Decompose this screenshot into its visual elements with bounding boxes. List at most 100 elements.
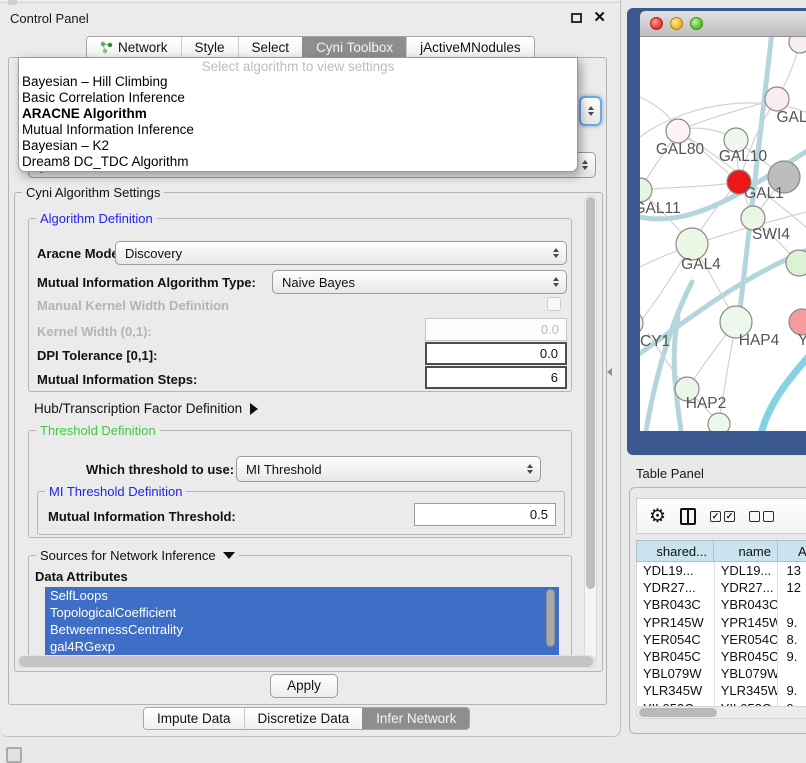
apply-button[interactable]: Apply	[270, 674, 338, 698]
network-canvas[interactable]: GALGAL80GAL10GAL1GAL11SWI4GAL4GCY1HAP4YH…	[640, 37, 806, 431]
aracne-mode-combo[interactable]: Discovery	[115, 241, 567, 265]
node-label-gcy1: GCY1	[640, 333, 670, 350]
network-window-titlebar[interactable]	[640, 11, 806, 37]
spinner-down-icon	[588, 112, 594, 116]
algorithm-select-prompt: Select algorithm to view settings	[19, 59, 577, 74]
tab-style[interactable]: Style	[181, 37, 238, 58]
tab-impute-data[interactable]: Impute Data	[144, 708, 244, 729]
table-row[interactable]: YDR27...YDR27...12	[637, 579, 806, 596]
attribute-item-gal4rgexp[interactable]: gal4RGexp	[45, 638, 559, 655]
network-node-gal80[interactable]	[666, 119, 690, 143]
table-cell: YPR145W	[715, 614, 779, 631]
select-all-checkboxes-icon[interactable]: ✓✓	[710, 511, 735, 522]
table-cell: YBR043C	[637, 596, 715, 613]
mi-threshold-field[interactable]: 0.5	[414, 503, 556, 526]
network-node-gal11[interactable]	[640, 178, 652, 202]
column-header-a[interactable]: A	[778, 540, 806, 562]
network-node[interactable]	[789, 37, 806, 53]
window-minimize-icon[interactable]	[670, 17, 683, 30]
attribute-item-topologicalcoefficient[interactable]: TopologicalCoefficient	[45, 604, 559, 621]
table-row[interactable]: YPR145WYPR145W9.	[637, 614, 806, 631]
splitter-collapse-icon[interactable]	[607, 368, 612, 376]
table-hscrollbar[interactable]	[636, 706, 806, 719]
table-cell: YBL079W	[637, 665, 715, 682]
network-node-gcy1[interactable]	[640, 311, 643, 335]
data-attributes-list[interactable]: SelfLoopsTopologicalCoefficientBetweenne…	[45, 587, 559, 657]
close-icon[interactable]: ✕	[593, 8, 606, 26]
node-label-gal: GAL	[776, 109, 806, 126]
tab-infer-network[interactable]: Infer Network	[362, 708, 469, 729]
algorithm-item-dream8-dc-tdc-algorithm[interactable]: Dream8 DC_TDC Algorithm	[19, 154, 577, 170]
deselect-all-checkboxes-icon[interactable]	[749, 511, 774, 522]
node-label-y: Y	[798, 332, 806, 349]
manual-kernel-width-label: Manual Kernel Width Definition	[37, 298, 229, 313]
window-zoom-icon[interactable]	[690, 17, 703, 30]
data-attributes-label: Data Attributes	[35, 569, 128, 584]
algorithm-item-basic-correlation-inference[interactable]: Basic Correlation Inference	[19, 90, 577, 106]
attributes-list-scrollbar[interactable]	[546, 589, 555, 647]
table-row[interactable]: YDL19...YDL19...13	[637, 562, 806, 579]
table-cell: 9.	[778, 614, 806, 631]
tab-select[interactable]: Select	[238, 37, 303, 58]
algorithm-definition-group: Algorithm Definition Aracne Mode: Discov…	[28, 218, 572, 392]
tab-cyni-toolbox[interactable]: Cyni Toolbox	[302, 37, 406, 58]
kernel-width-field[interactable]: 0.0	[425, 318, 567, 341]
table-cell	[778, 665, 806, 682]
mi-algorithm-type-combo[interactable]: Naive Bayes	[272, 270, 567, 294]
attribute-item-selfloops[interactable]: SelfLoops	[45, 587, 559, 604]
node-label-gal10: GAL10	[719, 148, 768, 165]
network-node[interactable]	[786, 250, 806, 276]
table-row[interactable]: YER054CYER054C8.	[637, 631, 806, 648]
gear-icon[interactable]: ⚙	[649, 507, 666, 526]
float-panel-icon[interactable]	[571, 13, 582, 23]
combo-spinner-icon	[548, 277, 563, 287]
table-cell: 9.	[778, 648, 806, 665]
column-header-name[interactable]: name	[714, 540, 778, 562]
columns-icon[interactable]	[680, 508, 696, 525]
expanded-arrow-icon[interactable]	[223, 552, 235, 559]
algorithm-item-bayesian-hill-climbing[interactable]: Bayesian – Hill Climbing	[19, 74, 577, 90]
settings-hscrollbar[interactable]	[17, 655, 597, 668]
aracne-mode-value: Discovery	[116, 246, 548, 261]
settings-scrollbar-thumb[interactable]	[586, 197, 595, 589]
algorithm-item-mutual-information-inference[interactable]: Mutual Information Inference	[19, 122, 577, 138]
mi-steps-field[interactable]: 6	[425, 366, 567, 389]
manual-kernel-width-checkbox[interactable]	[547, 297, 561, 311]
algorithm-item-aracne-algorithm[interactable]: ARACNE Algorithm	[19, 106, 577, 122]
settings-scrollbar[interactable]	[584, 195, 597, 666]
attribute-item-betweennesscentrality[interactable]: BetweennessCentrality	[45, 621, 559, 638]
window-close-icon[interactable]	[650, 17, 663, 30]
tab-network[interactable]: Network	[87, 37, 181, 58]
tab-discretize-data[interactable]: Discretize Data	[244, 708, 363, 729]
table-cell: YPR145W	[637, 614, 715, 631]
tab-jactivemnodules[interactable]: jActiveMNodules	[406, 37, 534, 58]
table-hscrollbar-thumb[interactable]	[639, 708, 717, 717]
settings-hscrollbar-thumb[interactable]	[19, 656, 593, 667]
table-row[interactable]: YLR345WYLR345W9.	[637, 682, 806, 699]
table-cell: YBR043C	[715, 596, 779, 613]
node-label-hap4: HAP4	[739, 332, 780, 349]
table-header-row: shared...nameA	[636, 540, 806, 562]
bottom-corner-icon[interactable]	[6, 747, 22, 763]
table-row[interactable]: YBL079WYBL079W	[637, 665, 806, 682]
hub-definition-toggle[interactable]: Hub/Transcription Factor Definition	[34, 401, 258, 416]
network-node-gal[interactable]	[765, 87, 789, 111]
algorithm-combo-focus-fragment[interactable]	[579, 96, 602, 126]
control-panel-titlebar: Control Panel ✕	[0, 4, 620, 32]
table-row[interactable]: YBR045CYBR045C9.	[637, 648, 806, 665]
network-icon	[100, 41, 113, 54]
column-header-shared[interactable]: shared...	[636, 540, 714, 562]
network-window[interactable]: GALGAL80GAL10GAL1GAL11SWI4GAL4GCY1HAP4YH…	[627, 8, 806, 455]
collapsed-arrow-icon[interactable]	[250, 403, 258, 415]
combo-spinner-icon	[577, 160, 592, 170]
table-cell: 12	[778, 579, 806, 596]
network-node[interactable]	[708, 413, 730, 431]
algorithm-item-bayesian-k2[interactable]: Bayesian – K2	[19, 138, 577, 154]
top-tabs: NetworkStyleSelectCyni ToolboxjActiveMNo…	[86, 36, 535, 59]
which-threshold-combo[interactable]: MI Threshold	[236, 456, 541, 482]
dpi-tolerance-field[interactable]: 0.0	[425, 342, 567, 365]
table-row[interactable]: YBR043CYBR043C	[637, 596, 806, 613]
table-panel: ⚙ ✓✓ shared...nameA YDL19...YDL19...13YD…	[629, 487, 806, 734]
bottom-tabs: Impute DataDiscretize DataInfer Network	[143, 707, 470, 730]
table-cell: YDL19...	[637, 562, 715, 579]
